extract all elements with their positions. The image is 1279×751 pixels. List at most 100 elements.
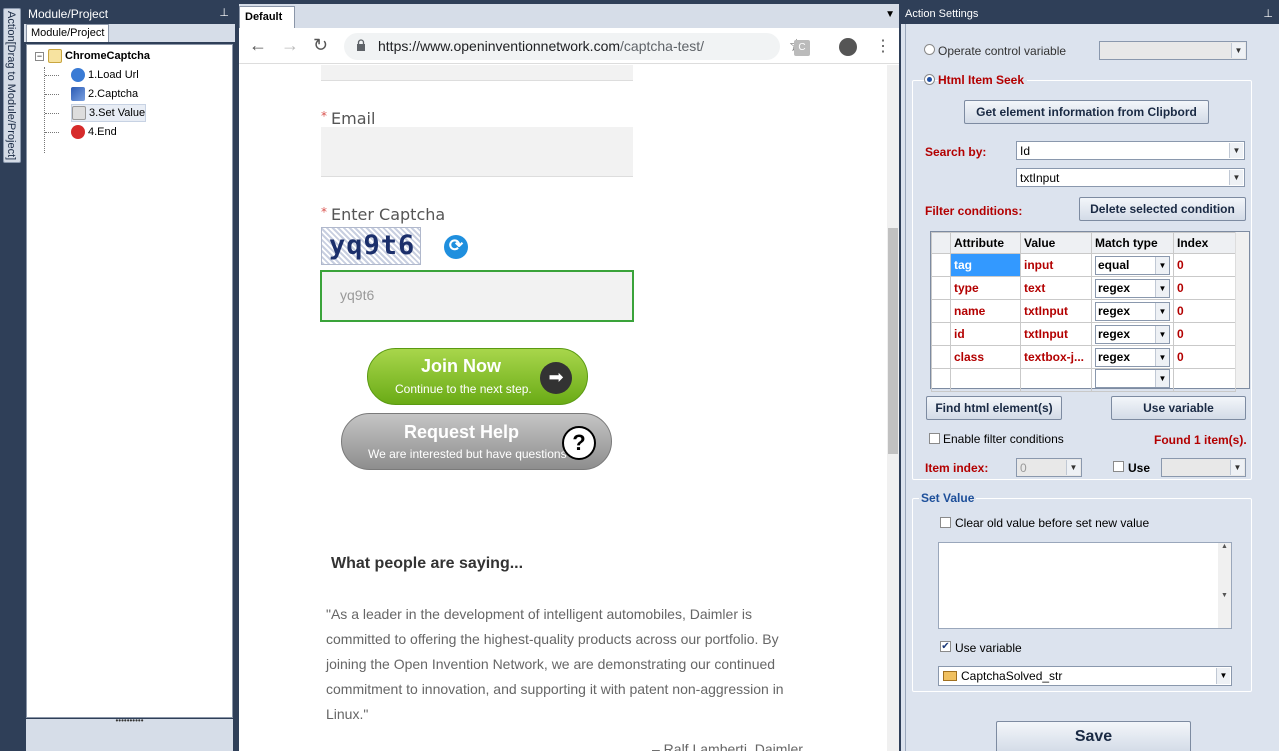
enable-filter-checkbox[interactable] [929,433,940,444]
match-type-select[interactable]: equal ▼ [1095,255,1170,275]
tab-default[interactable]: Default [239,6,295,28]
value-cell[interactable] [1020,368,1092,392]
match-type-cell[interactable]: ▼ [1091,368,1174,392]
join-now-button[interactable]: Join Now Continue to the next step. ➡ [367,348,588,405]
index-cell[interactable]: 0 [1173,345,1236,369]
search-by-select[interactable]: Id ▼ [1016,141,1245,160]
page-scrollbar[interactable] [887,65,899,751]
chevron-down-icon: ▼ [1229,170,1243,185]
index-cell[interactable]: 0 [1173,299,1236,323]
refresh-captcha-icon[interactable]: ⟳ [444,235,468,259]
pin-icon[interactable]: ⊥ [219,6,229,19]
tree-item-captcha[interactable]: 2.Captcha [71,85,138,103]
tree-item-end[interactable]: 4.End [71,123,117,141]
index-cell[interactable]: 0 [1173,322,1236,346]
match-type-select[interactable]: ▼ [1095,369,1170,388]
string-variable-icon [943,671,957,681]
match-type-select[interactable]: regex ▼ [1095,347,1170,367]
grid-scrollbar[interactable] [1235,232,1249,388]
index-cell[interactable]: 0 [1173,276,1236,300]
match-type-cell[interactable]: regex ▼ [1091,322,1174,346]
table-row[interactable]: name txtInput regex ▼ 0 [931,299,1236,323]
lock-icon [357,39,365,51]
tree-root[interactable]: − ChromeCaptcha [35,47,150,65]
match-type-cell[interactable]: regex ▼ [1091,276,1174,300]
table-row[interactable]: id txtInput regex ▼ 0 [931,322,1236,346]
menu-dots-icon[interactable]: ⋮ [875,36,891,56]
value-cell[interactable]: txtInput [1020,322,1092,346]
operate-control-radio[interactable] [924,44,935,55]
request-help-button[interactable]: Request Help We are interested but have … [341,413,612,470]
get-element-from-clipboard-button[interactable]: Get element information from Clipbord [964,100,1209,124]
filter-conditions-label: Filter conditions: [925,204,1023,218]
match-type-select[interactable]: regex ▼ [1095,278,1170,298]
previous-field[interactable] [321,65,633,81]
table-row[interactable]: class textbox-j... regex ▼ 0 [931,345,1236,369]
item-index-stepper[interactable]: 0 ▼ [1016,458,1082,477]
tree-item-set-value[interactable]: 3.Set Value [71,104,147,122]
item-index-value: 0 [1020,461,1027,475]
chevron-down-icon: ▼ [1155,348,1169,366]
captcha-input[interactable]: yq9t6 [320,270,634,322]
account-icon[interactable] [839,38,857,56]
scrollbar-thumb[interactable] [888,228,898,454]
control-variable-select[interactable]: ▼ [1099,41,1247,60]
collapse-icon[interactable]: − [35,51,44,61]
action-drag-tab[interactable]: Action[Drag to Module/Project] [3,8,21,163]
delete-condition-button[interactable]: Delete selected condition [1079,197,1246,221]
row-header-cell [931,253,951,277]
arrow-right-icon: ➡ [540,362,572,394]
index-cell[interactable]: 0 [1173,253,1236,277]
use-index-variable-checkbox[interactable] [1113,461,1124,472]
email-field[interactable] [321,127,633,177]
index-cell[interactable] [1173,368,1236,392]
extension-icon[interactable]: C [794,40,810,56]
url-field[interactable]: https://www.openinventionnetwork.com/cap… [344,33,804,60]
match-type-select[interactable]: regex ▼ [1095,301,1170,321]
html-item-seek-label: Html Item Seek [938,73,1028,87]
attribute-cell[interactable]: class [950,345,1021,369]
search-value-select[interactable]: txtInput ▼ [1016,168,1245,187]
attribute-cell[interactable]: name [950,299,1021,323]
chevron-down-icon: ▼ [1155,302,1169,320]
chevron-down-icon: ▼ [1231,43,1245,58]
captcha-icon [71,87,85,101]
match-type-cell[interactable]: regex ▼ [1091,345,1174,369]
index-variable-select[interactable]: ▼ [1161,458,1246,477]
tab-module-project[interactable]: Module/Project [26,24,110,42]
table-row[interactable]: tag input equal ▼ 0 [931,253,1236,277]
value-cell[interactable]: input [1020,253,1092,277]
search-by-value: Id [1020,144,1031,158]
value-cell[interactable]: txtInput [1020,299,1092,323]
find-html-elements-button[interactable]: Find html element(s) [926,396,1062,420]
table-row-new[interactable]: ▼ [931,368,1236,392]
reload-icon[interactable]: ↻ [313,36,328,54]
settings-body: Operate control variable ▼ Html Item See… [905,24,1277,751]
pin-icon[interactable]: ⊥ [1263,7,1273,20]
textarea-scrollbar[interactable]: ▲ ▼ [1218,543,1231,628]
match-type-select[interactable]: regex ▼ [1095,324,1170,344]
match-type-cell[interactable]: regex ▼ [1091,299,1174,323]
attribute-cell[interactable]: type [950,276,1021,300]
attribute-cell[interactable]: id [950,322,1021,346]
clear-old-value-checkbox[interactable] [940,517,951,528]
chevron-down-icon[interactable]: ▼ [885,9,895,20]
value-cell[interactable]: textbox-j... [1020,345,1092,369]
forward-icon[interactable]: → [281,36,299,54]
attribute-cell[interactable]: tag [950,253,1021,277]
tree-item-load-url[interactable]: 1.Load Url [71,66,139,84]
table-row[interactable]: type text regex ▼ 0 [931,276,1236,300]
match-type-cell[interactable]: equal ▼ [1091,253,1174,277]
save-button[interactable]: Save [996,721,1191,751]
use-variable-button[interactable]: Use variable [1111,396,1246,420]
module-project-panel: Module/Project ⊥ Module/Project − Chrome… [24,4,235,751]
variable-select[interactable]: CaptchaSolved_str ▼ [938,666,1232,686]
use-variable-checkbox[interactable]: ✔ [940,641,951,652]
chevron-down-icon: ▼ [1155,370,1169,387]
chevron-down-icon: ▼ [1155,279,1169,297]
value-textarea[interactable]: ▲ ▼ [938,542,1232,629]
attribute-cell[interactable] [950,368,1021,392]
back-icon[interactable]: ← [249,36,267,54]
value-cell[interactable]: text [1020,276,1092,300]
html-item-seek-radio[interactable] [924,74,935,85]
